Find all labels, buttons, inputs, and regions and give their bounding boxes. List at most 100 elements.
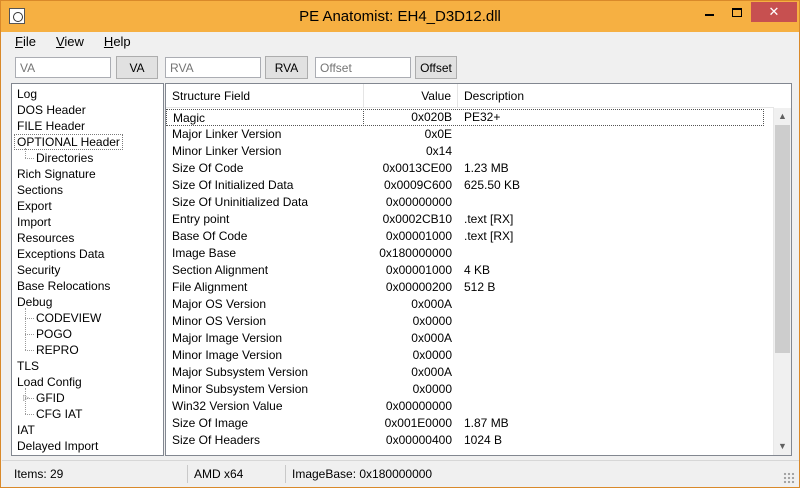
- table-row[interactable]: Size Of Initialized Data 0x0009C600 625.50…: [166, 177, 774, 194]
- table-row[interactable]: Size Of Code 0x0013CE00 1.23 MB: [166, 160, 774, 177]
- tree-connector: [25, 318, 34, 319]
- table-row[interactable]: Minor Linker Version 0x14: [166, 143, 774, 160]
- menu-bar: File View Help: [2, 32, 799, 52]
- field-cell: Major OS Version: [172, 297, 267, 311]
- value-cell: 0x00000000: [385, 399, 452, 413]
- field-cell: Minor Image Version: [172, 348, 283, 362]
- structure-tree[interactable]: Log DOS Header FILE Header OPTIONAL Header D…: [11, 83, 164, 456]
- table-row[interactable]: Size Of Uninitialized Data 0x00000000: [166, 194, 774, 211]
- field-cell: Size Of Code: [172, 161, 244, 175]
- table-row[interactable]: Minor OS Version 0x0000: [166, 313, 774, 330]
- va-button[interactable]: VA: [116, 56, 158, 79]
- tree-connector: [25, 158, 34, 159]
- table-row[interactable]: Major Linker Version 0x0E: [166, 126, 774, 143]
- close-icon: ✕: [768, 4, 780, 19]
- tree-connector: [25, 414, 34, 415]
- tree-item-log[interactable]: Log: [17, 86, 37, 102]
- scroll-down-icon[interactable]: ▼: [774, 438, 791, 455]
- offset-input[interactable]: [315, 57, 411, 78]
- description-cell: [458, 398, 758, 415]
- tree-item-debug[interactable]: Debug: [17, 294, 52, 310]
- grid-vertical-scrollbar[interactable]: ▲ ▼: [773, 108, 791, 455]
- tree-item-delayed-import[interactable]: Delayed Import: [17, 438, 98, 454]
- value-cell: 0x14: [425, 144, 452, 158]
- status-image-base: ImageBase: 0x180000000: [292, 467, 433, 481]
- rva-input[interactable]: [165, 57, 261, 78]
- tree-item-optional-header[interactable]: OPTIONAL Header: [14, 134, 123, 150]
- description-cell: [458, 245, 758, 262]
- tree-item-iat[interactable]: IAT: [17, 422, 35, 438]
- tree-item-load-config[interactable]: Load Config: [17, 374, 82, 390]
- tree-item-pogo[interactable]: POGO: [36, 326, 72, 342]
- value-cell: 0x0013CE00: [382, 161, 452, 175]
- table-row[interactable]: Base Of Code 0x00001000 .text [RX]: [166, 228, 774, 245]
- table-row[interactable]: Minor Image Version 0x0000: [166, 347, 774, 364]
- field-cell: Major Linker Version: [172, 127, 282, 141]
- status-architecture: AMD x64: [188, 465, 286, 483]
- expand-arrow-icon[interactable]: ▷: [23, 393, 29, 402]
- table-row[interactable]: Entry point 0x0002CB10 .text [RX]: [166, 211, 774, 228]
- tree-item-import[interactable]: Import: [17, 214, 51, 230]
- tree-item-exceptions-data[interactable]: Exceptions Data: [17, 246, 104, 262]
- grid-header: Structure Field Value Description: [166, 84, 774, 108]
- table-row[interactable]: Major OS Version 0x000A: [166, 296, 774, 313]
- tree-item-resources[interactable]: Resources: [17, 230, 74, 246]
- column-header-description[interactable]: Description: [458, 84, 774, 108]
- table-row[interactable]: Magic 0x020B PE32+: [166, 109, 774, 126]
- table-row[interactable]: Section Alignment 0x00001000 4 KB: [166, 262, 774, 279]
- field-cell: Minor OS Version: [172, 314, 267, 328]
- menu-file[interactable]: File: [2, 32, 43, 52]
- description-cell: [458, 364, 758, 381]
- field-cell: Win32 Version Value: [172, 399, 283, 413]
- table-row[interactable]: File Alignment 0x00000200 512 B: [166, 279, 774, 296]
- close-button[interactable]: ✕: [751, 2, 797, 22]
- description-cell: [458, 330, 758, 347]
- table-row[interactable]: Size Of Image 0x001E0000 1.87 MB: [166, 415, 774, 432]
- menu-help[interactable]: Help: [91, 32, 138, 52]
- table-row[interactable]: Size Of Headers 0x00000400 1024 B: [166, 432, 774, 449]
- title-bar[interactable]: PE Anatomist: EH4_D3D12.dll ✕: [1, 1, 799, 32]
- tree-item-codeview[interactable]: CODEVIEW: [36, 310, 101, 326]
- column-header-value[interactable]: Value: [364, 84, 458, 108]
- rva-button[interactable]: RVA: [265, 56, 308, 79]
- scroll-up-icon[interactable]: ▲: [774, 108, 791, 125]
- tree-item-dos-header[interactable]: DOS Header: [17, 102, 86, 118]
- tree-item-gfid[interactable]: GFID: [36, 390, 65, 406]
- minimize-button[interactable]: [695, 2, 723, 22]
- table-row[interactable]: Minor Subsystem Version 0x0000: [166, 381, 774, 398]
- field-cell: Size Of Headers: [172, 433, 261, 447]
- tree-item-repro[interactable]: REPRO: [36, 342, 79, 358]
- va-input[interactable]: [15, 57, 111, 78]
- tree-item-base-relocations[interactable]: Base Relocations: [17, 278, 110, 294]
- table-row[interactable]: Major Subsystem Version 0x000A: [166, 364, 774, 381]
- value-cell: 0x0000: [412, 348, 452, 362]
- column-header-field[interactable]: Structure Field: [166, 84, 364, 108]
- description-cell: PE32+: [464, 110, 501, 124]
- tree-item-file-header[interactable]: FILE Header: [17, 118, 85, 134]
- tree-item-tls[interactable]: TLS: [17, 358, 39, 374]
- tree-item-cfg-iat[interactable]: CFG IAT: [36, 406, 82, 422]
- table-row[interactable]: Win32 Version Value 0x00000000: [166, 398, 774, 415]
- table-row[interactable]: Major Image Version 0x000A: [166, 330, 774, 347]
- tree-item-directories[interactable]: Directories: [36, 150, 93, 166]
- tree-item-sections[interactable]: Sections: [17, 182, 63, 198]
- tree-item-rich-signature[interactable]: Rich Signature: [17, 166, 96, 182]
- resize-grip-icon[interactable]: [783, 472, 795, 484]
- offset-button[interactable]: Offset: [415, 56, 457, 79]
- field-cell: Image Base: [172, 246, 237, 260]
- description-cell: 625.50 KB: [464, 178, 521, 192]
- field-cell: Base Of Code: [172, 229, 248, 243]
- menu-view[interactable]: View: [43, 32, 91, 52]
- fields-grid[interactable]: Structure Field Value Description Magic 0…: [165, 83, 792, 456]
- description-cell: 4 KB: [464, 263, 491, 277]
- table-row[interactable]: Image Base 0x180000000: [166, 245, 774, 262]
- tree-connector: [25, 388, 26, 414]
- scroll-thumb[interactable]: [775, 125, 790, 353]
- field-cell: File Alignment: [172, 280, 248, 294]
- tree-item-security[interactable]: Security: [17, 262, 60, 278]
- maximize-button[interactable]: [723, 2, 751, 22]
- description-cell: .text [RX]: [464, 229, 514, 243]
- field-cell: Size Of Initialized Data: [172, 178, 294, 192]
- value-cell: 0x00001000: [385, 263, 452, 277]
- tree-item-export[interactable]: Export: [17, 198, 52, 214]
